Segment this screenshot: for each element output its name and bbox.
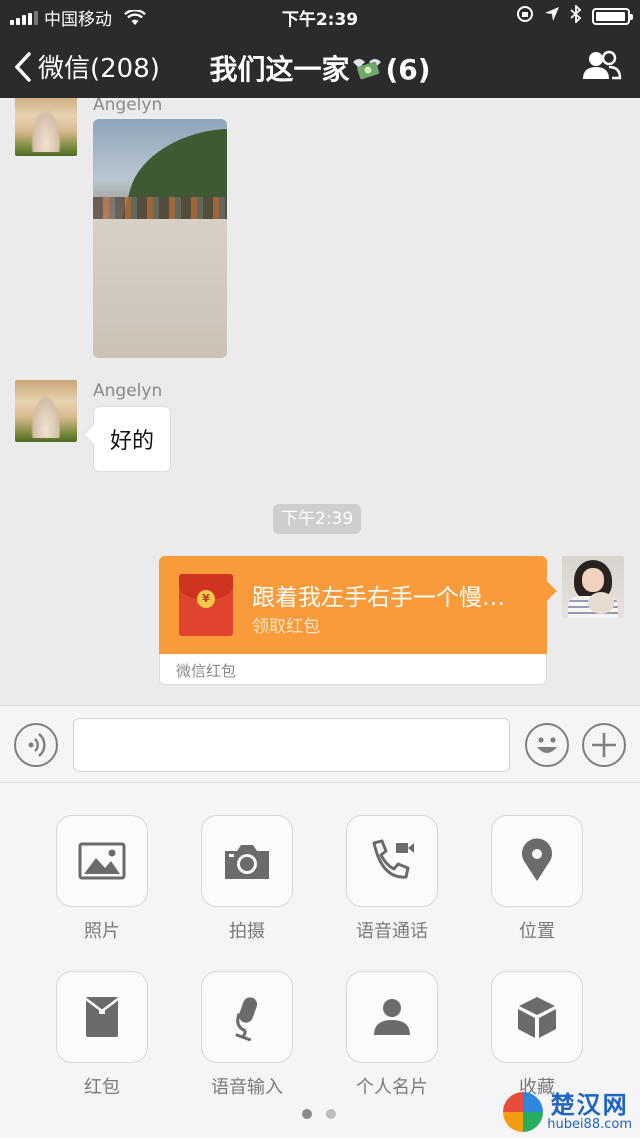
panel-item-photo[interactable]: 照片: [56, 815, 148, 943]
status-bar: 中国移动 下午2:39: [0, 0, 640, 32]
camera-icon: [225, 845, 269, 879]
red-packet-footer: 微信红包: [159, 654, 547, 685]
red-packet-body: ¥ 跟着我左手右手一个慢… 领取红包: [159, 556, 547, 654]
smiley-icon: [537, 737, 557, 753]
panel-item-red-packet[interactable]: 红包: [56, 971, 148, 1099]
panel-item-box: [56, 971, 148, 1063]
message-input[interactable]: [73, 718, 510, 772]
red-packet-icon: [85, 997, 119, 1037]
red-packet-title: 跟着我左手右手一个慢…: [252, 585, 505, 611]
input-bar: [0, 705, 640, 783]
panel-item-favorites[interactable]: 收藏: [491, 971, 583, 1099]
photo-message[interactable]: [93, 119, 227, 358]
panel-item-box: [346, 971, 438, 1063]
microphone-icon: [235, 997, 258, 1041]
sender-name: Angelyn: [93, 381, 163, 401]
more-button[interactable]: [582, 723, 626, 767]
avatar-angelyn[interactable]: [15, 98, 77, 156]
message-timestamp: 下午2:39: [273, 504, 362, 534]
favorites-icon: [518, 997, 556, 1038]
panel-item-location[interactable]: 位置: [491, 815, 583, 943]
emoji-button[interactable]: [525, 723, 569, 767]
avatar-me[interactable]: [562, 556, 624, 618]
panel-item-box: [56, 815, 148, 907]
red-envelope-icon: ¥: [179, 574, 233, 636]
top-bar: 中国移动 下午2:39 微信(208) 我们这一家 (6): [0, 0, 640, 98]
panel-item-label: 照片: [84, 921, 120, 942]
watermark-text: 楚汉网 hubei88.com: [547, 1092, 632, 1132]
text-message-bubble[interactable]: 好的: [93, 406, 172, 472]
plus-icon: [592, 733, 616, 757]
function-panel: 照片 拍摄 语音通话 位置 红包 语音输入 个人名片 收藏 楚汉网 hubei8…: [0, 783, 640, 1138]
status-right: [516, 3, 633, 27]
watermark-name: 楚汉网: [550, 1091, 629, 1119]
panel-item-label: 位置: [519, 921, 555, 942]
money-with-wings-icon: [353, 59, 382, 80]
panel-item-label: 拍摄: [229, 921, 265, 942]
watermark: 楚汉网 hubei88.com: [503, 1092, 632, 1132]
bluetooth-icon: [570, 3, 582, 27]
panel-item-label: 红包: [84, 1077, 120, 1098]
chat-title-text: 我们这一家: [209, 53, 350, 86]
panel-item-contact-card[interactable]: 个人名片: [346, 971, 438, 1099]
red-packet-subtitle: 领取红包: [252, 617, 320, 637]
panel-item-voice-call[interactable]: 语音通话: [346, 815, 438, 943]
group-members-icon[interactable]: [582, 48, 622, 82]
panel-item-label: 语音输入: [211, 1077, 283, 1098]
member-count: (6): [385, 53, 431, 86]
message-text: 好的: [110, 429, 155, 454]
panel-item-box: [491, 971, 583, 1063]
contact-card-icon: [374, 999, 410, 1035]
red-packet-message[interactable]: ¥ 跟着我左手右手一个慢… 领取红包 微信红包: [159, 556, 547, 685]
photo-icon: [78, 842, 126, 880]
watermark-url: hubei88.com: [547, 1117, 632, 1132]
page-dot[interactable]: [326, 1109, 336, 1119]
panel-item-label: 个人名片: [356, 1077, 428, 1098]
avatar-angelyn[interactable]: [15, 380, 77, 442]
voice-wave-icon: [28, 733, 46, 757]
page-dot-active[interactable]: [302, 1109, 312, 1119]
chat-area[interactable]: Angelyn Angelyn 好的 下午2:39 ¥ 跟着我左手右手一个慢… …: [0, 98, 640, 705]
watermark-logo-icon: [503, 1092, 544, 1132]
orientation-lock-icon: [516, 5, 534, 27]
location-arrow-icon: [544, 6, 560, 26]
sender-name: Angelyn: [93, 98, 163, 115]
panel-item-camera[interactable]: 拍摄: [201, 815, 293, 943]
nav-bar: 微信(208) 我们这一家 (6): [0, 32, 640, 98]
panel-item-box: [491, 815, 583, 907]
panel-item-box: [201, 815, 293, 907]
panel-item-label: 语音通话: [356, 921, 428, 942]
panel-item-voice-input[interactable]: 语音输入: [201, 971, 293, 1099]
voice-mode-button[interactable]: [14, 723, 58, 767]
battery-icon: [592, 7, 633, 25]
chat-title: 我们这一家 (6): [0, 48, 640, 88]
page-indicator[interactable]: [302, 1109, 336, 1119]
panel-item-box: [346, 815, 438, 907]
voice-call-icon: [372, 839, 414, 879]
location-icon: [522, 838, 552, 881]
panel-item-box: [201, 971, 293, 1063]
